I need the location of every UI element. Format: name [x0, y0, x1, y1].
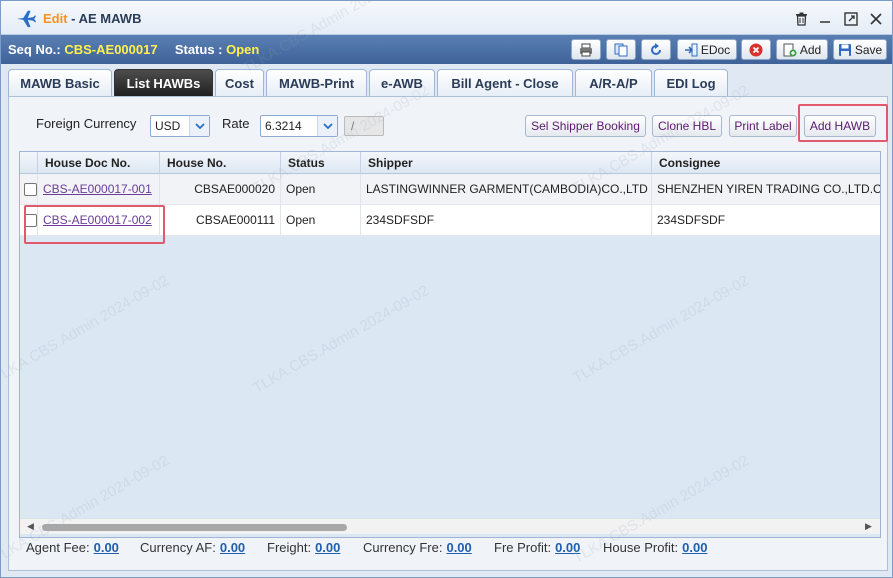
tab-list-hawbs[interactable]: List HAWBs: [114, 69, 213, 96]
tab-mawb-print[interactable]: MAWB-Print: [266, 69, 367, 96]
currency-fre-total: Currency Fre: 0.00: [363, 540, 472, 555]
seq-value: CBS-AE000017: [64, 42, 158, 57]
tab-bill-agent-close[interactable]: Bill Agent - Close: [437, 69, 573, 96]
rate-select[interactable]: 6.3214: [260, 115, 338, 137]
clone-hbl-button[interactable]: Clone HBL: [652, 115, 722, 137]
status-value: Open: [226, 42, 260, 57]
cancel-button[interactable]: [741, 39, 771, 60]
add-hawb-highlight: [798, 104, 888, 142]
print-button[interactable]: [571, 39, 601, 60]
house-doc-link[interactable]: CBS-AE000017-001: [43, 182, 152, 196]
maximize-icon[interactable]: [842, 10, 860, 28]
table-row[interactable]: CBS-AE000017-001 CBSAE000020 Open LASTIN…: [20, 174, 880, 205]
currency-fre-label: Currency Fre:: [363, 540, 443, 555]
house-doc-cell: CBS-AE000017-001: [38, 174, 160, 204]
rate-value: 6.3214: [265, 119, 302, 133]
column-house-no[interactable]: House No.: [160, 152, 281, 174]
scroll-left-icon[interactable]: ◀: [27, 521, 34, 532]
sequence-bar: Seq No.: CBS-AE000017 Status : Open EDoc…: [1, 35, 892, 64]
cancel-circle-icon: [749, 43, 763, 56]
fre-profit-label: Fre Profit:: [494, 540, 552, 555]
minimize-icon[interactable]: [816, 10, 834, 28]
window-title: Edit - AE MAWB: [43, 11, 141, 26]
save-disk-icon: [838, 43, 851, 56]
sequence-info: Seq No.: CBS-AE000017 Status : Open: [8, 42, 259, 57]
add-document-icon: [783, 43, 797, 56]
currency-af-label: Currency AF:: [140, 540, 216, 555]
house-profit-label: House Profit:: [603, 540, 679, 555]
printer-icon: [580, 43, 592, 56]
column-status[interactable]: Status: [281, 152, 361, 174]
title-text: AE MAWB: [78, 11, 142, 26]
select-column-header: [20, 152, 38, 174]
edoc-label: EDoc: [700, 42, 731, 57]
close-icon[interactable]: [867, 10, 885, 28]
add-button[interactable]: Add: [776, 39, 828, 60]
freight-value[interactable]: 0.00: [315, 540, 340, 555]
chevron-down-icon[interactable]: [317, 116, 337, 136]
currency-af-value[interactable]: 0.00: [220, 540, 245, 555]
grid-header: House Doc No. House No. Status Shipper C…: [20, 152, 880, 174]
tab-mawb-basic[interactable]: MAWB Basic: [8, 69, 112, 96]
house-profit-value[interactable]: 0.00: [682, 540, 707, 555]
scroll-right-icon[interactable]: ▶: [865, 521, 872, 532]
seq-label: Seq No.:: [8, 42, 61, 57]
refresh-button[interactable]: [641, 39, 671, 60]
tab-e-awb[interactable]: e-AWB: [369, 69, 435, 96]
sel-shipper-booking-button[interactable]: Sel Shipper Booking: [525, 115, 646, 137]
row-checkbox[interactable]: [24, 182, 37, 196]
currency-af-total: Currency AF: 0.00: [140, 540, 245, 555]
shipper-cell: LASTINGWINNER GARMENT(CAMBODIA)CO.,LTD: [361, 174, 652, 204]
freight-total: Freight: 0.00: [267, 540, 340, 555]
horizontal-scrollbar[interactable]: ◀ ▶: [20, 518, 880, 534]
rate-extra-field: /: [344, 116, 384, 136]
copy-icon: [614, 43, 628, 56]
save-label: Save: [854, 42, 883, 57]
column-consignee[interactable]: Consignee: [652, 152, 880, 174]
currency-value: USD: [155, 119, 181, 133]
row-select-cell: [20, 174, 38, 204]
airplane-icon: [16, 10, 36, 28]
row-highlight: [24, 205, 165, 244]
copy-button[interactable]: [606, 39, 636, 60]
title-prefix: Edit: [43, 11, 68, 26]
column-shipper[interactable]: Shipper: [361, 152, 652, 174]
edit-mawb-window: Edit - AE MAWB Seq No.: CBS-AE000017 Sta…: [0, 0, 893, 578]
consignee-cell: 234SDFSDF: [657, 213, 726, 227]
house-profit-total: House Profit: 0.00: [603, 540, 707, 555]
trash-icon[interactable]: [792, 10, 810, 28]
tab-cost[interactable]: Cost: [215, 69, 264, 96]
house-no-cell: CBSAE000111: [160, 205, 281, 235]
fre-profit-value[interactable]: 0.00: [555, 540, 580, 555]
currency-select[interactable]: USD: [150, 115, 210, 137]
status-label: Status :: [174, 42, 223, 57]
freight-label: Freight:: [267, 540, 312, 555]
agent-fee-label: Agent Fee:: [26, 540, 90, 555]
status-cell: Open: [281, 205, 361, 235]
scrollbar-thumb[interactable]: [42, 524, 347, 531]
add-label: Add: [799, 42, 822, 57]
tab-edi-log[interactable]: EDI Log: [654, 69, 728, 96]
rate-label: Rate: [222, 116, 250, 131]
edoc-button[interactable]: EDoc: [677, 39, 737, 60]
title-bar: Edit - AE MAWB: [1, 1, 892, 35]
status-cell: Open: [281, 174, 361, 204]
chevron-down-icon[interactable]: [189, 116, 209, 136]
agent-fee-value[interactable]: 0.00: [94, 540, 119, 555]
agent-fee-total: Agent Fee: 0.00: [26, 540, 119, 555]
tab-ar-ap[interactable]: A/R-A/P: [575, 69, 652, 96]
house-no-cell: CBSAE000020: [160, 174, 281, 204]
refresh-icon: [651, 42, 661, 55]
title-separator: -: [67, 11, 79, 26]
fre-profit-total: Fre Profit: 0.00: [494, 540, 580, 555]
edoc-icon: [684, 43, 698, 56]
totals-footer: Agent Fee: 0.00 Currency AF: 0.00 Freight:…: [19, 538, 881, 560]
column-house-doc-no[interactable]: House Doc No.: [38, 152, 160, 174]
shipper-cell: 234SDFSDF: [361, 205, 652, 235]
consignee-cell: SHENZHEN YIREN TRADING CO.,LTD.C: [657, 182, 880, 196]
foreign-currency-label: Foreign Currency: [36, 116, 137, 131]
save-button[interactable]: Save: [833, 39, 887, 60]
print-label-button[interactable]: Print Label: [729, 115, 797, 137]
currency-fre-value[interactable]: 0.00: [446, 540, 471, 555]
